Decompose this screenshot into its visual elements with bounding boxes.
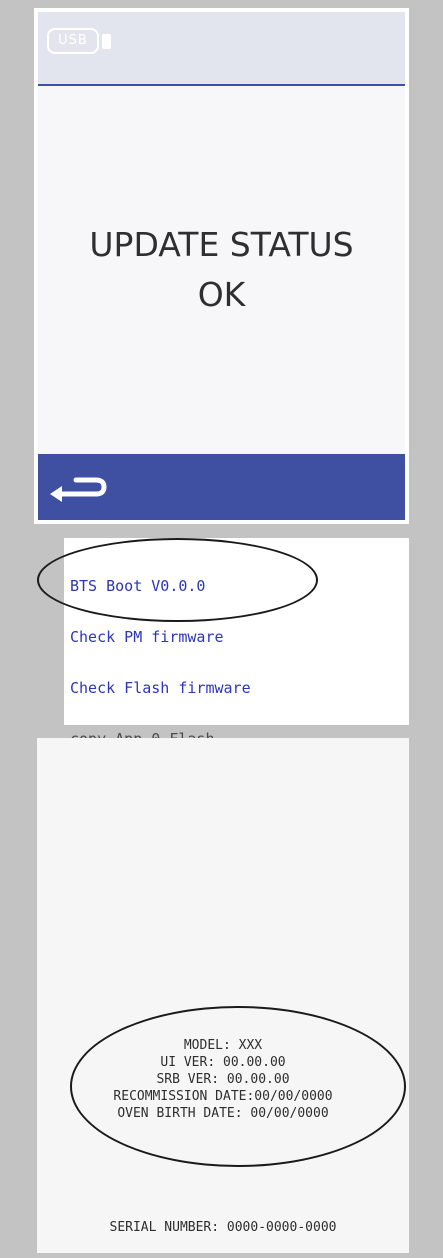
usb-label: USB — [58, 33, 88, 48]
status-line-2: OK — [197, 275, 246, 314]
serial-number: SERIAL NUMBER: 0000-0000-0000 — [109, 1220, 337, 1235]
highlight-ellipse — [37, 538, 318, 622]
usb-plug-icon — [102, 34, 111, 49]
update-status-panel: USB UPDATE STATUS OK — [34, 8, 409, 524]
status-line-1: UPDATE STATUS — [89, 225, 354, 264]
bottom-bar — [38, 454, 405, 520]
boot-line: Check PM firmware — [70, 628, 224, 646]
boot-log-panel: BTS Boot V0.0.0 Check PM firmware Check … — [37, 538, 409, 748]
boot-line: Check Flash firmware — [70, 679, 251, 697]
device-screen: USB UPDATE STATUS OK — [38, 12, 405, 520]
top-bar: USB — [38, 12, 405, 86]
highlight-ellipse — [70, 1006, 406, 1167]
update-status-message: UPDATE STATUS OK — [38, 220, 405, 320]
info-panel: MODEL: XXX UI VER: 00.00.00 SRB VER: 00.… — [37, 738, 409, 1253]
usb-icon: USB — [47, 28, 99, 54]
return-arrow-icon[interactable] — [46, 472, 110, 506]
